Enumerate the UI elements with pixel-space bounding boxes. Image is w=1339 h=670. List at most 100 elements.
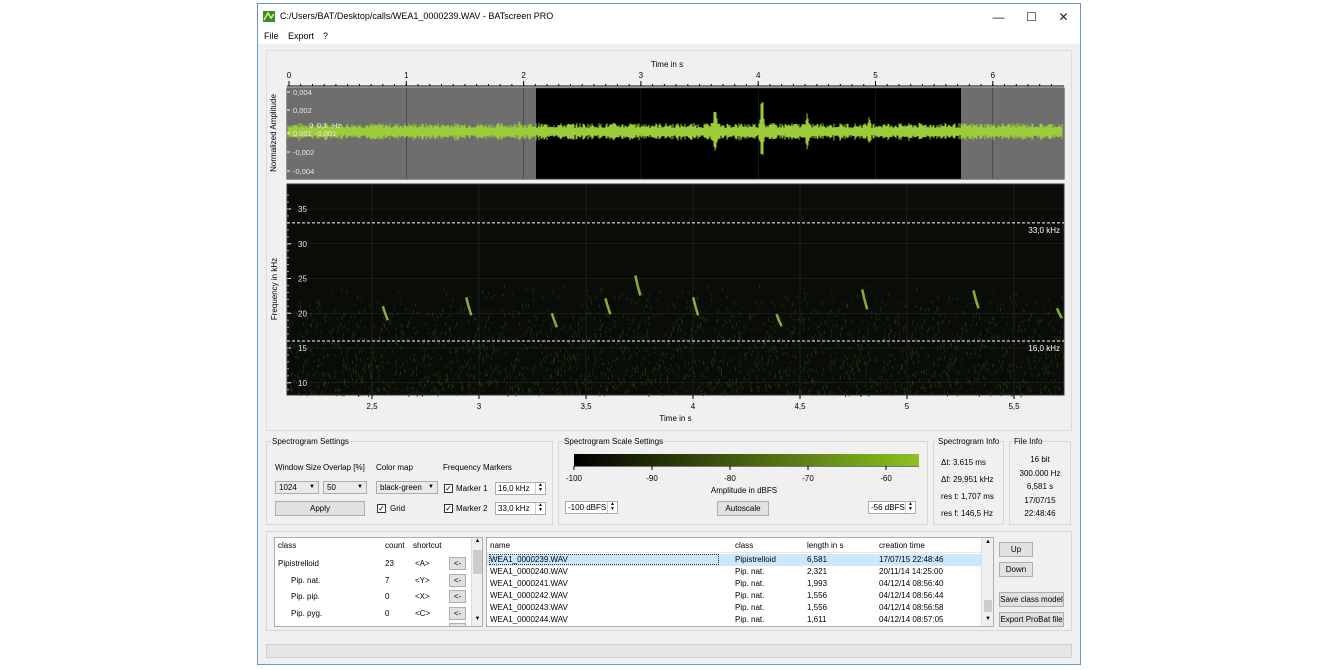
scroll-down-icon[interactable]: ▼	[472, 616, 482, 622]
file-table[interactable]: name class length in s creation time ^ W…	[486, 537, 994, 627]
waveform-ytick-label: 0,002	[293, 106, 312, 115]
res-t-value: res t: 1,707 ms	[941, 492, 994, 501]
file-row[interactable]: WEA1_0000241.WAV Pip. nat. 1,993 04/12/14 0…	[487, 578, 981, 590]
color-map-select[interactable]: black-green ▼	[376, 481, 438, 494]
file-scrollbar[interactable]: ▲ ▼	[981, 538, 993, 626]
maximize-button[interactable]: ☐	[1015, 4, 1048, 30]
marker2-checkbox[interactable]: ✓	[444, 504, 453, 513]
menu-export[interactable]: Export	[288, 31, 314, 41]
marker1-spinbox[interactable]: 16,0 kHz ▲ ▼	[495, 482, 546, 495]
apply-button[interactable]: Apply	[275, 501, 365, 516]
color-map-label: Color map	[376, 463, 413, 472]
class-scrollbar[interactable]: ▲ ▼	[471, 538, 482, 626]
file-name: WEA1_0000241.WAV	[490, 579, 568, 588]
file-info-group: File Info 16 bit 300.000 Hz 6,581 s 17/0…	[1009, 437, 1071, 525]
export-probat-button[interactable]: Export ProBat file	[999, 612, 1064, 627]
menu-file[interactable]: File	[264, 31, 279, 41]
marker-33khz-label: 33,0 kHz	[1028, 226, 1060, 235]
assign-class-button[interactable]: <-	[449, 590, 466, 603]
file-name: WEA1_0000239.WAV	[489, 554, 719, 565]
minimize-button[interactable]: —	[982, 4, 1015, 30]
file-creation-time: 17/07/15 22:48:46	[879, 555, 944, 564]
chevron-down-icon: ▼	[309, 484, 315, 490]
max-dbfs-value: -56 dBFS	[871, 503, 905, 512]
file-row[interactable]: WEA1_0000244.WAV Pip. nat. 1,611 04/12/14 0…	[487, 614, 981, 626]
class-row[interactable]: Pipistrelloid 23 <A> <-	[275, 557, 470, 573]
up-button[interactable]: Up	[999, 542, 1033, 557]
file-info-values: 16 bit 300.000 Hz 6,581 s 17/07/15 22:48…	[1010, 453, 1070, 521]
spectrogram-ytick-label: 15	[298, 344, 307, 353]
class-row[interactable]: Pip. pip. 0 <X> <-	[275, 590, 470, 606]
class-name: Pip. pyg.	[291, 608, 323, 618]
name-header[interactable]: name	[490, 541, 510, 550]
class-row[interactable]: Nyctaloid 0 <S> <-	[275, 623, 470, 626]
count-header[interactable]: count	[385, 541, 405, 550]
file-row[interactable]: WEA1_0000243.WAV Pip. nat. 1,556 04/12/14 0…	[487, 602, 981, 614]
spectrogram-xtick-label: 3,5	[580, 402, 592, 411]
scroll-up-icon[interactable]: ▲	[472, 538, 482, 544]
spin-arrows-icon[interactable]: ▲ ▼	[607, 502, 617, 513]
waveform-ytick-label: -0,004	[293, 167, 314, 176]
class-column-header[interactable]: class	[735, 541, 753, 550]
close-button[interactable]: ✕	[1047, 4, 1080, 30]
grid-checkbox[interactable]: ✓	[377, 504, 386, 513]
overlap-value: 50	[327, 483, 336, 492]
class-row[interactable]: Pip. pyg. 0 <C> <-	[275, 606, 470, 623]
autoscale-button[interactable]: Autoscale	[717, 501, 769, 516]
window-size-value: 1024	[279, 483, 297, 492]
class-row[interactable]: Pip. nat. 7 <Y> <-	[275, 573, 470, 590]
shortcut-header[interactable]: shortcut	[413, 541, 441, 550]
scale-settings-title: Spectrogram Scale Settings	[563, 437, 665, 446]
window-title: C:/Users/BAT/Desktop/calls/WEA1_0000239.…	[280, 11, 554, 21]
file-row[interactable]: WEA1_0000240.WAV Pip. nat. 2,321 20/11/14 1…	[487, 566, 981, 578]
class-count: 0	[385, 625, 389, 626]
class-name: Pipistrelloid	[278, 559, 319, 568]
class-header[interactable]: class	[278, 541, 296, 550]
file-name: WEA1_0000243.WAV	[490, 603, 568, 612]
file-bits: 16 bit	[1030, 455, 1050, 464]
window-size-select[interactable]: 1024 ▼	[275, 481, 319, 494]
down-button[interactable]: Down	[999, 562, 1033, 577]
file-row[interactable]: WEA1_0000239.WAV Pipistrelloid 6,581 17/07/…	[487, 554, 981, 566]
spin-arrows-icon[interactable]: ▲ ▼	[535, 483, 545, 494]
marker1-value: 16,0 kHz	[498, 484, 530, 493]
spectrogram-ytick-label: 35	[298, 205, 307, 214]
chevron-down-icon: ▼	[428, 484, 434, 490]
plots-canvas[interactable]: Time in s 0 1 2 3 4 5 6 Normalized Amplitude 0,00…	[267, 51, 1071, 430]
menu-help[interactable]: ?	[323, 31, 328, 41]
title-bar[interactable]: C:/Users/BAT/Desktop/calls/WEA1_0000239.…	[258, 4, 1080, 30]
spin-arrows-icon[interactable]: ▲ ▼	[905, 502, 915, 513]
spin-arrows-icon[interactable]: ▲ ▼	[535, 503, 545, 514]
marker1-checkbox[interactable]: ✓	[444, 484, 453, 493]
save-class-model-button[interactable]: Save class model	[999, 592, 1064, 607]
assign-class-button[interactable]: <-	[449, 623, 466, 626]
scrollbar-thumb[interactable]	[984, 600, 992, 612]
length-header[interactable]: length in s	[807, 541, 843, 550]
spectrogram-xlabel: Time in s	[659, 414, 691, 423]
waveform-center-label: 0	[309, 121, 313, 130]
colormap-gradient-bar	[574, 454, 919, 466]
class-table[interactable]: class count shortcut Pipistrelloid 23 <A> <…	[274, 537, 483, 627]
spectrogram-plot[interactable]	[286, 183, 1065, 396]
top-axis-tick-label: 1	[404, 71, 409, 80]
file-row[interactable]: WEA1_0000242.WAV Pip. nat. 1,556 04/12/14 0…	[487, 590, 981, 602]
scroll-up-icon[interactable]: ▲	[982, 539, 993, 545]
min-dbfs-spinbox[interactable]: -100 dBFS ▲ ▼	[565, 501, 618, 514]
assign-class-button[interactable]: <-	[449, 606, 466, 620]
file-class: Pipistrelloid	[735, 555, 776, 564]
scale-axis-tick-label: -100	[566, 474, 583, 483]
scroll-down-icon[interactable]: ▼	[982, 616, 993, 622]
delta-t-value: Δt: 3.615 ms	[941, 458, 986, 467]
scrollbar-thumb[interactable]	[473, 550, 482, 574]
app-window: C:/Users/BAT/Desktop/calls/WEA1_0000239.…	[257, 3, 1081, 665]
spectrogram-info-title: Spectrogram Info	[937, 437, 1001, 446]
overlap-select[interactable]: 50 ▼	[323, 481, 367, 494]
assign-class-button[interactable]: <-	[449, 573, 466, 587]
file-length: 2,321	[807, 567, 828, 576]
assign-class-button[interactable]: <-	[449, 557, 466, 570]
frequency-markers-title: Frequency Markers	[443, 463, 512, 472]
marker2-label: Marker 2	[456, 504, 488, 513]
max-dbfs-spinbox[interactable]: -56 dBFS ▲ ▼	[868, 501, 916, 514]
creation-time-header[interactable]: creation time	[879, 541, 925, 550]
marker2-spinbox[interactable]: 33,0 kHz ▲ ▼	[495, 502, 546, 515]
